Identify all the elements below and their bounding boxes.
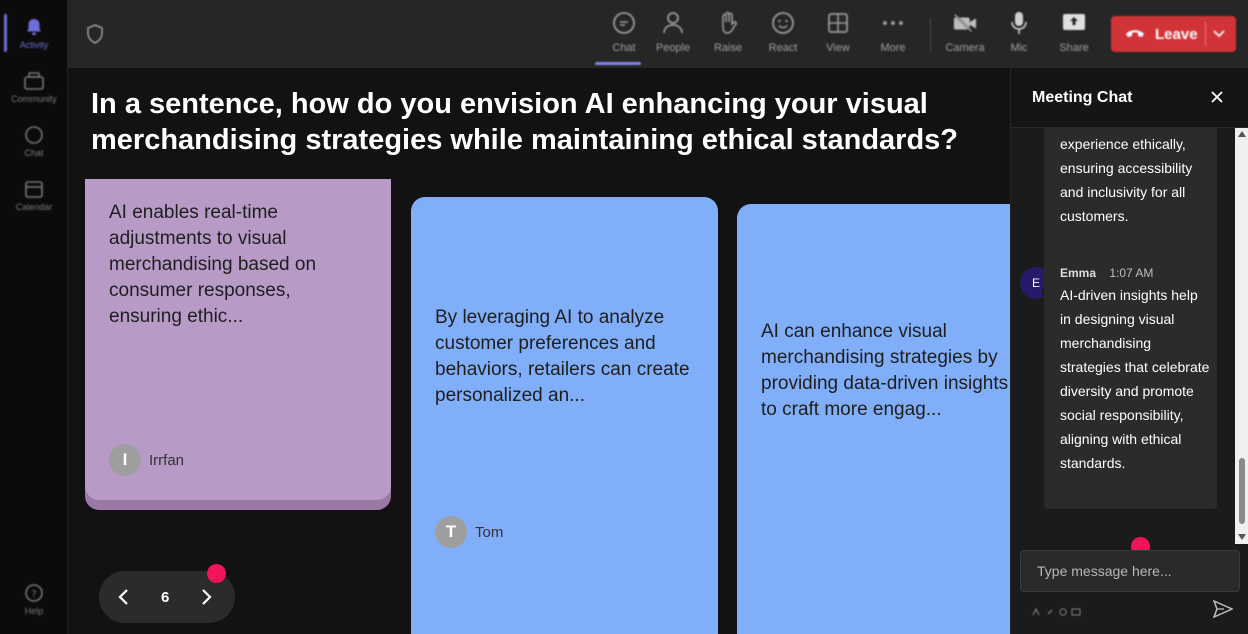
card-text: By leveraging AI to analyze customer pre… bbox=[435, 307, 690, 406]
react-button[interactable]: React bbox=[758, 10, 808, 60]
whiteboard-stage: In a sentence, how do you envision AI en… bbox=[68, 68, 1010, 634]
view-button[interactable]: View bbox=[813, 10, 863, 60]
card-text: AI can enhance visual merchandising stra… bbox=[761, 321, 1009, 420]
chat-icon bbox=[24, 125, 44, 145]
avatar-initial: E bbox=[1031, 276, 1040, 290]
rail-item-label: Help bbox=[24, 605, 44, 616]
chat-scrollbar[interactable] bbox=[1235, 128, 1248, 544]
rail-item-calendar[interactable]: Calendar bbox=[0, 170, 68, 220]
svg-text:?: ? bbox=[31, 589, 36, 600]
card-author: I Irrfan bbox=[109, 444, 184, 476]
people-button[interactable]: People bbox=[648, 10, 698, 60]
chevron-down-icon[interactable] bbox=[1212, 27, 1226, 46]
grid-icon bbox=[826, 10, 850, 36]
response-card[interactable]: AI can enhance visual merchandising stra… bbox=[737, 204, 1010, 634]
more-label: More bbox=[880, 42, 906, 54]
card-text: AI enables real-time adjustments to visu… bbox=[109, 202, 317, 327]
emoji-icon[interactable] bbox=[1058, 603, 1068, 616]
camera-button[interactable]: Camera bbox=[940, 10, 990, 60]
chevron-left-icon[interactable] bbox=[117, 587, 131, 612]
rail-item-label: Community bbox=[11, 93, 57, 104]
send-icon[interactable] bbox=[1212, 599, 1234, 623]
format-icon[interactable] bbox=[1032, 603, 1042, 616]
share-screen-icon bbox=[1062, 10, 1086, 36]
camera-off-icon bbox=[953, 10, 977, 36]
meeting-chat-panel: Meeting Chat experience ethically, ensur… bbox=[1010, 68, 1248, 634]
mic-icon bbox=[1007, 10, 1031, 36]
raise-label: Raise bbox=[713, 42, 743, 54]
react-label: React bbox=[768, 42, 798, 54]
chat-title: Meeting Chat bbox=[1032, 89, 1133, 106]
leave-button[interactable]: Leave bbox=[1111, 16, 1236, 52]
scroll-thumb[interactable] bbox=[1239, 458, 1245, 524]
rail-item-activity[interactable]: Activity bbox=[0, 8, 68, 58]
scroll-down-icon[interactable] bbox=[1238, 534, 1246, 540]
message-input[interactable] bbox=[1020, 550, 1240, 592]
view-label: View bbox=[826, 42, 850, 54]
avatar: T bbox=[435, 516, 467, 548]
author-name: Tom bbox=[475, 523, 504, 541]
mic-button[interactable]: Mic bbox=[994, 10, 1044, 60]
people-label: People bbox=[655, 42, 691, 54]
close-icon[interactable] bbox=[1210, 90, 1224, 109]
message-text: AI-driven insights help in designing vis… bbox=[1060, 287, 1210, 471]
chat-label: Chat bbox=[612, 42, 636, 54]
rail-item-community[interactable]: Community bbox=[0, 62, 68, 112]
avatar: I bbox=[109, 444, 141, 476]
bell-icon bbox=[24, 17, 44, 37]
help-icon: ? bbox=[24, 583, 44, 603]
raise-hand-button[interactable]: Raise bbox=[703, 10, 753, 60]
hand-icon bbox=[716, 10, 740, 36]
highlight-dot bbox=[207, 564, 226, 583]
share-label: Share bbox=[1059, 42, 1089, 54]
compose-tools bbox=[1032, 603, 1081, 616]
response-card[interactable]: By leveraging AI to analyze customer pre… bbox=[411, 197, 718, 634]
more-icon bbox=[881, 10, 905, 36]
leave-label: Leave bbox=[1155, 25, 1198, 43]
chat-messages: experience ethically, ensuring accessibi… bbox=[1011, 128, 1235, 544]
rail-item-chat[interactable]: Chat bbox=[0, 116, 68, 166]
scroll-up-icon[interactable] bbox=[1238, 131, 1246, 137]
more-button[interactable]: More bbox=[868, 10, 918, 60]
mic-label: Mic bbox=[1010, 42, 1028, 54]
shield-icon[interactable] bbox=[86, 24, 104, 49]
calendar-icon bbox=[24, 179, 44, 199]
toolbar-divider bbox=[930, 18, 931, 52]
chat-icon bbox=[612, 10, 636, 36]
share-button[interactable]: Share bbox=[1049, 10, 1099, 60]
meeting-toolbar: Chat People Raise React View More Camera… bbox=[68, 0, 1248, 68]
rail-item-label: Calendar bbox=[15, 201, 53, 212]
card-author: T Tom bbox=[435, 516, 503, 548]
emoji-icon bbox=[771, 10, 795, 36]
rail-item-label: Chat bbox=[24, 147, 44, 158]
people-icon bbox=[661, 10, 685, 36]
gif-icon[interactable] bbox=[1071, 603, 1081, 616]
message-meta: Emma 1:07 AM bbox=[1060, 266, 1153, 280]
author-name: Irrfan bbox=[149, 451, 185, 469]
camera-label: Camera bbox=[945, 42, 985, 54]
leave-separator bbox=[1205, 22, 1206, 46]
chat-button[interactable]: Chat bbox=[595, 10, 649, 65]
question-title: In a sentence, how do you envision AI en… bbox=[91, 88, 958, 156]
message-author: Emma bbox=[1060, 266, 1097, 280]
message-text: experience ethically, ensuring accessibi… bbox=[1060, 136, 1193, 224]
card-face: AI enables real-time adjustments to visu… bbox=[85, 179, 391, 500]
response-card[interactable]: AI enables real-time adjustments to visu… bbox=[85, 179, 391, 510]
app-rail: Activity Community Chat Calendar ? Help bbox=[0, 0, 68, 634]
chat-message: Emma 1:07 AM AI-driven insights help in … bbox=[1044, 255, 1217, 509]
chevron-right-icon[interactable] bbox=[199, 587, 213, 612]
community-icon bbox=[24, 71, 44, 91]
phone-hangup-icon bbox=[1125, 25, 1145, 43]
message-time: 1:07 AM bbox=[1109, 266, 1154, 280]
chat-header: Meeting Chat bbox=[1011, 68, 1248, 128]
attach-icon[interactable] bbox=[1045, 603, 1055, 615]
rail-item-label: Activity bbox=[19, 39, 49, 50]
rail-item-help[interactable]: ? Help bbox=[0, 574, 68, 624]
page-number: 6 bbox=[161, 589, 170, 606]
